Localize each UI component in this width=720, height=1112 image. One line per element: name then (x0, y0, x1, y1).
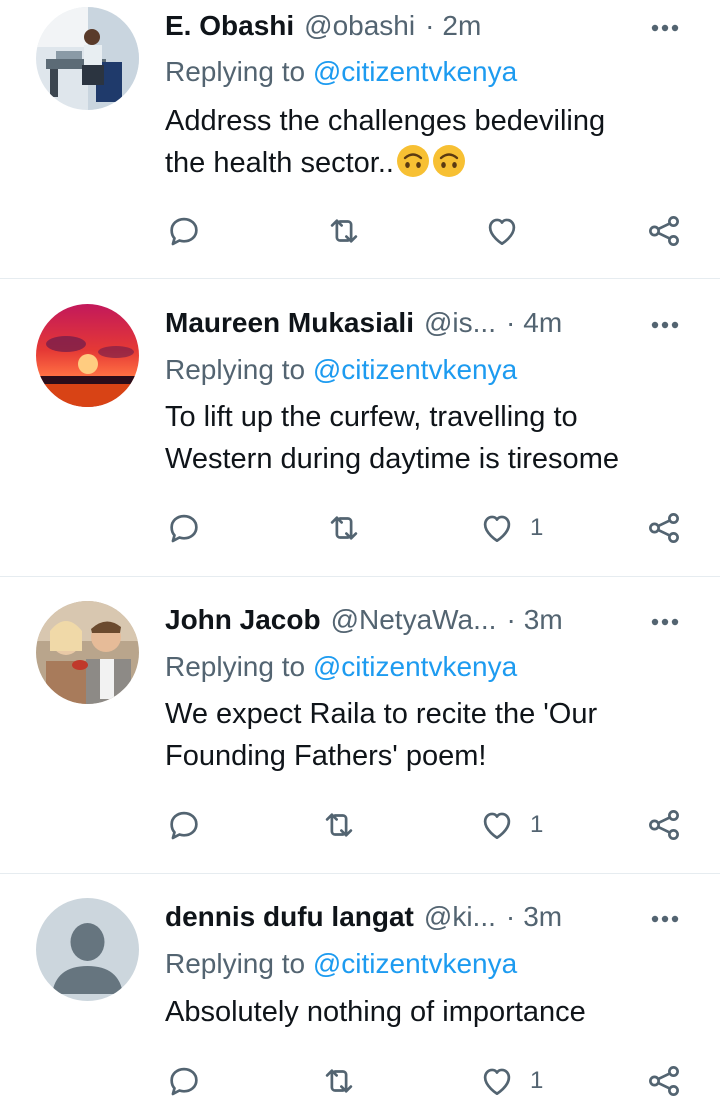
separator-dot: · (506, 604, 516, 635)
heart-icon (483, 515, 511, 543)
retweet-icon (325, 813, 353, 837)
share-icon (649, 513, 679, 543)
tweet-text-line: Address the challenges bedeviling (165, 105, 606, 137)
default-person-icon (36, 898, 139, 1001)
retweet-icon (330, 516, 358, 540)
replying-to: Replying to @citizentvkenya (165, 354, 517, 386)
more-options-icon[interactable] (650, 8, 680, 48)
timestamp[interactable]: 3m (524, 604, 563, 636)
display-name[interactable]: E. Obashi (165, 10, 294, 42)
replying-to: Replying to @citizentvkenya (165, 948, 517, 980)
replies-feed: E. Obashi @obashi · 2m Replying to @citi… (0, 0, 720, 1112)
tweet-header: John Jacob @NetyaWa... · 3m (165, 600, 680, 640)
reply-tweet[interactable]: dennis dufu langat @ki... · 3m Replying … (0, 874, 720, 1112)
tweet-text: To lift up the curfew, travelling to Wes… (165, 396, 685, 480)
tweet-header: Maureen Mukasiali @is... · 4m (165, 303, 680, 343)
user-handle[interactable]: @ki... (424, 901, 496, 933)
share-icon (649, 216, 679, 246)
tweet-actions (165, 211, 695, 251)
like-count: 1 (530, 1067, 544, 1094)
share-button[interactable] (645, 211, 683, 251)
reply-tweet[interactable]: E. Obashi @obashi · 2m Replying to @citi… (0, 0, 720, 278)
retweet-button[interactable] (320, 1061, 358, 1101)
reply-icon (170, 217, 198, 246)
avatar[interactable] (36, 601, 139, 704)
avatar[interactable] (36, 898, 139, 1001)
reply-icon (170, 514, 198, 543)
like-button[interactable]: 1 (478, 805, 543, 845)
user-handle[interactable]: @NetyaWa... (331, 604, 497, 636)
share-button[interactable] (645, 1061, 683, 1101)
tweet-text: We expect Raila to recite the 'Our Found… (165, 693, 685, 777)
display-name[interactable]: John Jacob (165, 604, 321, 636)
reply-button[interactable] (165, 805, 203, 845)
tweet-header: dennis dufu langat @ki... · 3m (165, 897, 680, 937)
user-handle[interactable]: @is... (424, 307, 496, 339)
heart-icon (488, 218, 516, 246)
user-handle[interactable]: @obashi (304, 10, 415, 42)
display-name[interactable]: Maureen Mukasiali (165, 307, 414, 339)
replying-to-label: Replying to (165, 948, 306, 979)
retweet-button[interactable] (320, 805, 358, 845)
reply-tweet[interactable]: Maureen Mukasiali @is... · 4m Replying t… (0, 279, 720, 576)
tweet-text-line: the health sector.. (165, 147, 394, 179)
tweet-text: Address the challenges bedeviling the he… (165, 100, 685, 184)
upside-down-face-icon (396, 145, 429, 177)
mention-link[interactable]: @citizentvkenya (313, 56, 517, 87)
tweet-header: E. Obashi @obashi · 2m (165, 6, 680, 46)
share-icon (649, 1066, 679, 1096)
like-button[interactable] (483, 211, 535, 251)
timestamp[interactable]: 2m (442, 10, 481, 42)
like-count: 1 (530, 514, 544, 541)
retweet-icon (330, 219, 358, 243)
timestamp[interactable]: 3m (523, 901, 562, 933)
more-options-icon[interactable] (650, 305, 680, 345)
separator-dot: · (505, 901, 516, 932)
share-button[interactable] (645, 805, 683, 845)
separator-dot: · (505, 307, 516, 338)
retweet-button[interactable] (325, 211, 363, 251)
tweet-text-line: To lift up the curfew, travelling to (165, 401, 578, 433)
more-options-icon[interactable] (650, 899, 680, 939)
share-icon (649, 810, 679, 840)
tweet-text-line: Founding Fathers' poem! (165, 740, 487, 772)
avatar[interactable] (36, 304, 139, 407)
avatar[interactable] (36, 7, 139, 110)
retweet-button[interactable] (325, 508, 363, 548)
tweet-text: Absolutely nothing of importance (165, 991, 685, 1033)
replying-to-label: Replying to (165, 354, 306, 385)
heart-icon (483, 812, 511, 840)
mention-link[interactable]: @citizentvkenya (313, 948, 517, 979)
tweet-actions: 1 (165, 508, 695, 548)
display-name[interactable]: dennis dufu langat (165, 901, 414, 933)
upside-down-face-icon (432, 145, 465, 177)
replying-to-label: Replying to (165, 56, 306, 87)
reply-button[interactable] (165, 211, 203, 251)
like-button[interactable]: 1 (478, 508, 543, 548)
reply-icon (170, 811, 198, 840)
tweet-actions: 1 (165, 805, 695, 845)
timestamp[interactable]: 4m (523, 307, 562, 339)
tweet-text-line: Western during daytime is tiresome (165, 443, 619, 475)
tweet-actions: 1 (165, 1061, 695, 1101)
retweet-icon (325, 1069, 353, 1093)
like-count: 1 (530, 811, 544, 838)
tweet-text-line: Absolutely nothing of importance (165, 996, 586, 1028)
like-button[interactable]: 1 (478, 1061, 543, 1101)
tweet-text-line: We expect Raila to recite the 'Our (165, 698, 598, 730)
mention-link[interactable]: @citizentvkenya (313, 651, 517, 682)
heart-icon (483, 1068, 511, 1096)
tweet-text-line-2: the health sector.. (165, 142, 685, 184)
reply-button[interactable] (165, 508, 203, 548)
replying-to: Replying to @citizentvkenya (165, 651, 517, 683)
more-options-icon[interactable] (650, 602, 680, 642)
reply-button[interactable] (165, 1061, 203, 1101)
mention-link[interactable]: @citizentvkenya (313, 354, 517, 385)
reply-icon (170, 1067, 198, 1096)
separator-dot: · (425, 10, 435, 41)
share-button[interactable] (645, 508, 683, 548)
replying-to: Replying to @citizentvkenya (165, 56, 517, 88)
reply-tweet[interactable]: John Jacob @NetyaWa... · 3m Replying to … (0, 577, 720, 873)
replying-to-label: Replying to (165, 651, 306, 682)
